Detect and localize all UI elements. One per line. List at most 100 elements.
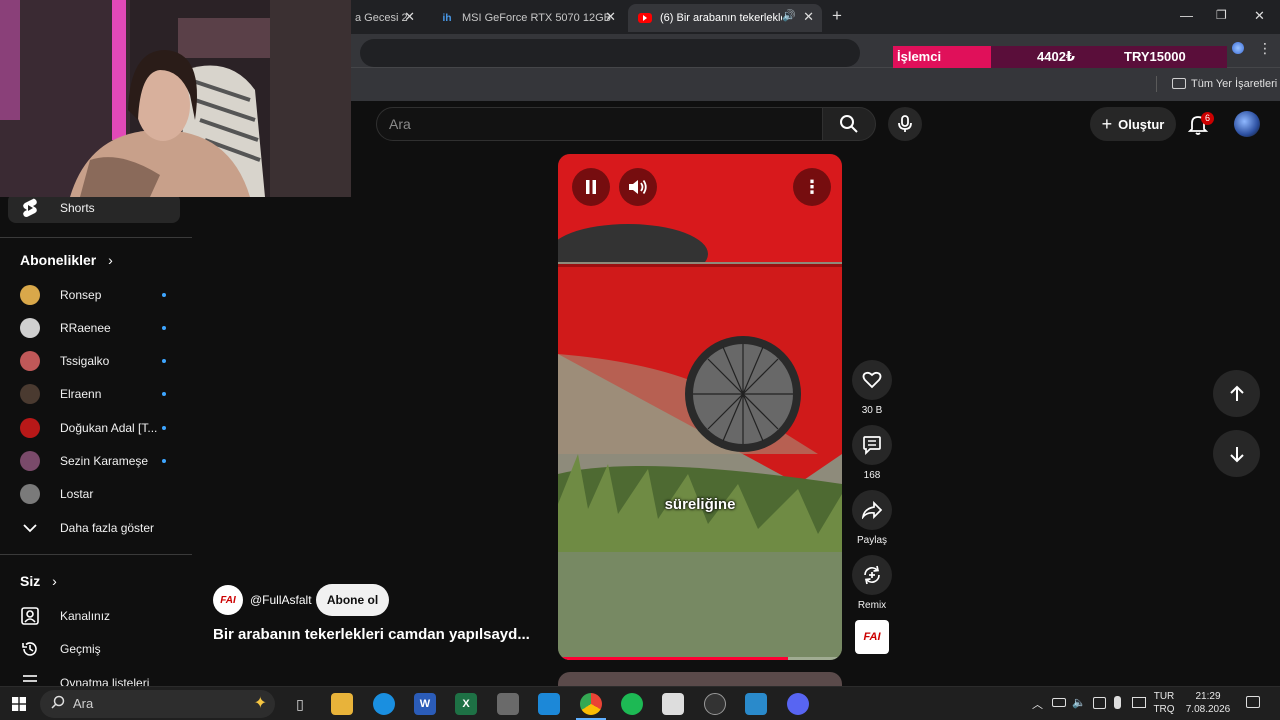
browser-tab-1[interactable]: a Gecesi 2 ✕: [345, 4, 423, 32]
word-icon[interactable]: W: [414, 693, 436, 715]
microphone-tray-icon[interactable]: [1114, 696, 1121, 709]
close-tab-icon[interactable]: ✕: [803, 9, 814, 25]
sidebar-item-channel[interactable]: RRaenee: [0, 313, 180, 343]
channel-name: Elraenn: [60, 387, 102, 401]
sidebar-item-your-channel[interactable]: Kanalınız: [0, 601, 180, 631]
new-content-dot: [162, 359, 166, 363]
video-progress-bar[interactable]: [558, 657, 842, 660]
voice-search-button[interactable]: [888, 107, 922, 141]
new-tab-button[interactable]: +: [832, 6, 842, 26]
all-bookmarks-link[interactable]: Tüm Yer İşaretleri: [1191, 78, 1277, 90]
sidebar-item-channel[interactable]: Sezin Karameşe: [0, 446, 180, 476]
clock[interactable]: 21:29 7.08.2026: [1180, 691, 1236, 715]
ticker-goal: TRY15000: [1119, 46, 1227, 68]
new-content-dot: [162, 326, 166, 330]
share-icon: [862, 501, 882, 519]
channel-name: Sezin Karameşe: [60, 454, 149, 468]
calculator-icon[interactable]: [497, 693, 519, 715]
channel-handle[interactable]: @FullAsfalt: [250, 593, 312, 607]
pause-button[interactable]: [572, 168, 610, 206]
subscribe-button[interactable]: Abone ol: [316, 584, 389, 616]
task-view-icon[interactable]: ▯: [289, 693, 311, 715]
volume-button[interactable]: [619, 168, 657, 206]
like-button[interactable]: [852, 360, 892, 400]
share-label: Paylaş: [856, 535, 887, 546]
pause-icon: [586, 180, 596, 194]
more-options-button[interactable]: ⋮: [793, 168, 831, 206]
minimize-icon[interactable]: —: [1180, 8, 1193, 23]
store-icon[interactable]: [538, 693, 560, 715]
next-short-button[interactable]: [1213, 430, 1260, 477]
spotify-icon[interactable]: [621, 693, 643, 715]
obs-icon[interactable]: [704, 693, 726, 715]
browser-tab-3-active[interactable]: (6) Bir arabanın tekerlekleri 🔊 ✕: [628, 4, 822, 32]
new-content-dot: [162, 293, 166, 297]
show-more-button[interactable]: Daha fazla göster: [0, 513, 180, 543]
share-button[interactable]: [852, 490, 892, 530]
folder-icon: [1172, 78, 1186, 89]
tab-audio-icon[interactable]: 🔊: [782, 9, 796, 22]
address-bar[interactable]: [360, 39, 860, 67]
sidebar-item-channel[interactable]: Tssigalko: [0, 346, 180, 376]
tray-app-icon[interactable]: [1093, 697, 1106, 709]
close-tab-icon[interactable]: ✕: [605, 9, 616, 25]
windows-start-icon[interactable]: [12, 697, 26, 711]
like-count: 30 B: [861, 405, 883, 416]
speaker-icon[interactable]: 🔈: [1072, 696, 1086, 709]
sound-channel-thumbnail[interactable]: FAI: [855, 620, 889, 654]
history-icon: [20, 639, 40, 659]
comments-button[interactable]: [852, 425, 892, 465]
sidebar-item-history[interactable]: Geçmiş: [0, 634, 180, 664]
remix-button[interactable]: [852, 555, 892, 595]
menu-dots-icon[interactable]: ⋮: [1258, 40, 1272, 57]
language-code: TUR: [1153, 691, 1175, 702]
search-icon: [840, 115, 858, 133]
previous-short-button[interactable]: [1213, 370, 1260, 417]
notification-center-icon[interactable]: [1246, 696, 1260, 708]
more-vert-icon: ⋮: [803, 176, 821, 197]
file-explorer-icon[interactable]: [331, 693, 353, 715]
discord-icon[interactable]: [787, 693, 809, 715]
divider: [0, 237, 192, 238]
clock-date: 7.08.2026: [1185, 704, 1231, 715]
sidebar-item-channel[interactable]: Doğukan Adal [T...: [0, 413, 180, 443]
sidebar-item-channel[interactable]: Ronsep: [0, 280, 180, 310]
you-heading[interactable]: Siz ›: [20, 573, 57, 589]
sidebar-item-channel[interactable]: Elraenn: [0, 379, 180, 409]
network-icon[interactable]: [1132, 697, 1146, 708]
search-input[interactable]: Ara: [376, 107, 823, 141]
browser-tab-2[interactable]: ih MSI GeForce RTX 5070 12GB VE ✕: [430, 4, 624, 32]
close-tab-icon[interactable]: ✕: [404, 9, 415, 25]
ticker-price: 4402₺: [991, 46, 1119, 68]
edge-icon[interactable]: [373, 693, 395, 715]
maximize-icon[interactable]: ❐: [1216, 8, 1227, 22]
channel-avatar: [20, 484, 40, 504]
video-title[interactable]: Bir arabanın tekerlekleri camdan yapılsa…: [213, 626, 553, 643]
language-indicator[interactable]: TUR TRQ: [1150, 691, 1178, 715]
search-button[interactable]: [822, 107, 876, 141]
chrome-icon[interactable]: [580, 693, 602, 715]
create-button[interactable]: + Oluştur: [1090, 107, 1176, 141]
stream-donation-ticker: İşlemci 4402₺ TRY15000: [893, 46, 1227, 68]
tray-overflow-icon[interactable]: ︿: [1032, 696, 1043, 712]
sidebar-item-shorts[interactable]: Shorts: [8, 193, 180, 223]
taskbar-search-input[interactable]: Ara ✦: [40, 690, 275, 718]
app-icon[interactable]: [662, 693, 684, 715]
battery-icon[interactable]: [1052, 698, 1066, 707]
notification-badge: 6: [1201, 112, 1214, 125]
chevron-right-icon: ›: [52, 573, 57, 589]
remix-icon: [864, 565, 880, 585]
account-avatar[interactable]: [1234, 111, 1260, 137]
profile-icon[interactable]: [1232, 42, 1244, 54]
channel-name: RRaenee: [60, 321, 111, 335]
channel-name: Doğukan Adal [T...: [60, 421, 158, 435]
shorts-video-player[interactable]: ⋮ süreliğine: [558, 154, 842, 660]
webcam-overlay: [0, 0, 351, 197]
subscriptions-heading[interactable]: Abonelikler ›: [20, 252, 113, 268]
excel-icon[interactable]: X: [455, 693, 477, 715]
close-window-icon[interactable]: ✕: [1254, 8, 1265, 24]
sidebar-item-channel[interactable]: Lostar: [0, 479, 180, 509]
sidebar-item-playlists[interactable]: Oynatma listeleri: [0, 667, 180, 686]
app-icon[interactable]: [745, 693, 767, 715]
channel-logo[interactable]: FAI: [213, 585, 243, 615]
